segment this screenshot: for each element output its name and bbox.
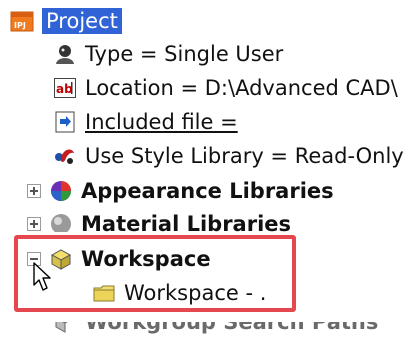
svg-text:IPJ: IPJ: [14, 21, 26, 30]
project-icon: IPJ: [10, 9, 34, 33]
tree-node-project[interactable]: IPJ Project: [10, 4, 122, 38]
tree-node-appearance-libraries[interactable]: Appearance Libraries: [27, 174, 334, 208]
workgroup-box-icon: [53, 322, 77, 334]
tree-label-type: Type = Single User: [85, 42, 284, 66]
tree-label-workgroup-paths: Workgroup Search Paths: [85, 322, 379, 334]
tree-label-location: Location = D:\Advanced CAD\: [85, 76, 398, 100]
tree-label-appearance-libraries: Appearance Libraries: [81, 179, 334, 203]
tree-node-workgroup-paths[interactable]: Workgroup Search Paths: [53, 322, 378, 337]
user-type-icon: [53, 42, 77, 66]
expand-plus-icon[interactable]: [27, 184, 41, 198]
tree-node-style-library[interactable]: Use Style Library = Read-Only: [53, 139, 404, 173]
location-ab-icon: ab: [53, 76, 77, 100]
tree-label-project: Project: [42, 8, 122, 34]
tree-node-workgroup-paths-clip: Workgroup Search Paths: [0, 322, 418, 337]
expand-plus-icon[interactable]: [27, 217, 41, 231]
tree-node-type[interactable]: Type = Single User: [53, 37, 283, 71]
style-library-icon: [53, 144, 77, 168]
tree-node-location[interactable]: ab Location = D:\Advanced CAD\: [53, 71, 398, 105]
included-file-icon: [53, 110, 77, 134]
tree-label-style-library: Use Style Library = Read-Only: [85, 144, 404, 168]
tree-node-included-file[interactable]: Included file =: [53, 105, 238, 139]
appearance-sphere-icon: [49, 179, 73, 203]
highlight-box: [14, 235, 296, 312]
svg-text:ab: ab: [56, 82, 73, 96]
tree-label-included-file: Included file =: [85, 110, 238, 134]
mouse-cursor-icon: [33, 262, 51, 291]
